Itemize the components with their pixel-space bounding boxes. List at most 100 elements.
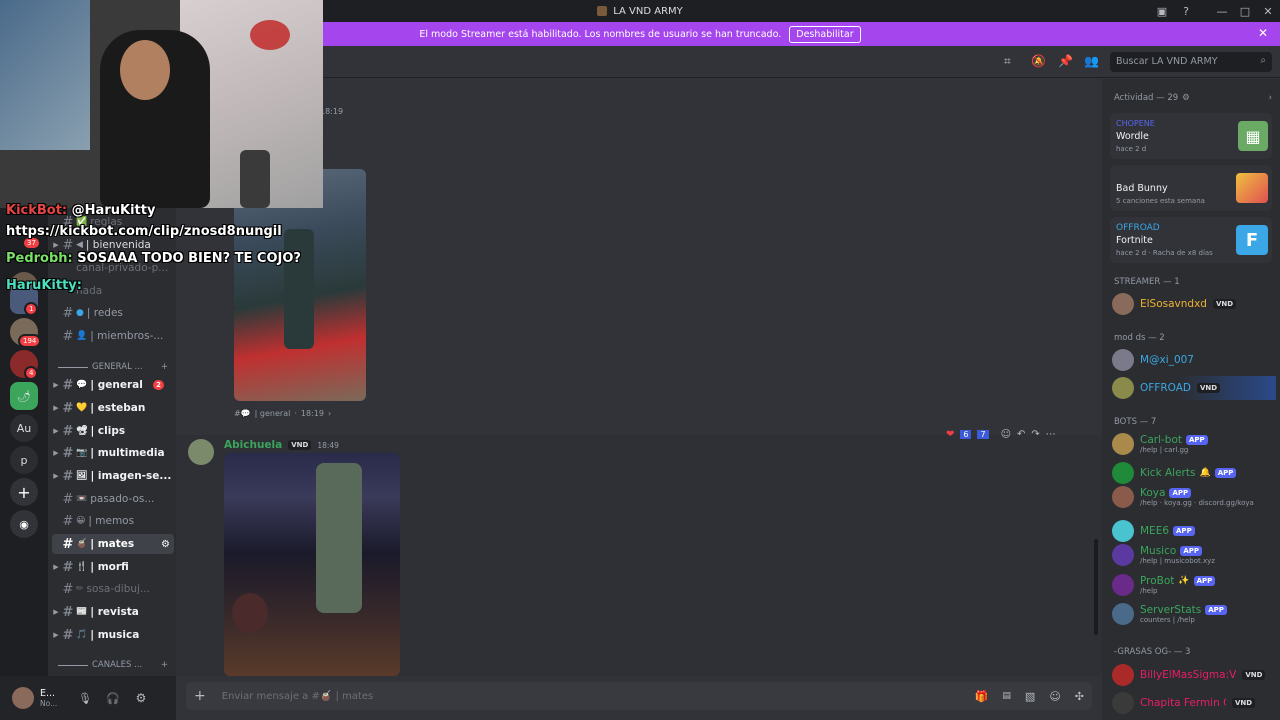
channel-imagen[interactable]: ▶ # 🖼 | imagen-se... xyxy=(52,466,174,486)
emoji-icon[interactable]: ☺ xyxy=(1049,690,1060,703)
avatar xyxy=(1112,377,1134,399)
minimize-button[interactable]: — xyxy=(1210,0,1234,22)
activity-header[interactable]: Actividad — 29 ⚙ › xyxy=(1114,93,1272,103)
channel-multimedia[interactable]: ▶ # 📷 | multimedia xyxy=(52,443,174,463)
member-item[interactable]: Chapita Fermin C... VND xyxy=(1112,691,1276,715)
reaction-count[interactable]: 7 xyxy=(977,430,989,439)
member-item[interactable]: ServerStats APP counters | /help xyxy=(1112,602,1276,626)
apps-icon[interactable]: ✣ xyxy=(1075,690,1084,703)
category-general[interactable]: GENERAL ... + xyxy=(58,362,168,372)
add-reaction-icon[interactable]: ☺ xyxy=(1001,429,1011,440)
add-attachment-icon[interactable]: + xyxy=(194,688,206,704)
disable-streamer-mode-button[interactable]: Deshabilitar xyxy=(789,25,861,43)
message-composer[interactable]: + Enviar mensaje a #🧉 | mates 🎁 ▤ ▧ ☺ ✣ xyxy=(186,682,1092,710)
search-input[interactable]: Buscar LA VND ARMY ⌕ xyxy=(1110,52,1272,72)
inbox-icon[interactable]: ▣ xyxy=(1150,0,1174,22)
channel-mates[interactable]: # 🧉 | mates ⚙ xyxy=(52,534,174,554)
section-header: STREAMER — 1 xyxy=(1114,277,1180,287)
smile-icon: 😀 xyxy=(76,516,86,526)
channel-sosa-dibuj[interactable]: # ✏ sosa-dibuj... xyxy=(52,579,174,599)
category-canales[interactable]: CANALES ... + xyxy=(58,660,168,670)
message-input[interactable]: Enviar mensaje a #🧉 | mates xyxy=(222,691,373,702)
member-item[interactable]: MEE6 APP xyxy=(1112,519,1276,543)
channel-general[interactable]: ▶ # 💬 | general 2 xyxy=(52,375,174,395)
server-p[interactable]: p xyxy=(10,446,38,474)
gif-icon[interactable]: ▤ xyxy=(1002,691,1011,701)
bell-icon: 🔔 xyxy=(1199,468,1211,478)
members-icon[interactable]: 👥 xyxy=(1084,54,1099,68)
more-icon[interactable]: ⋯ xyxy=(1046,429,1056,440)
scrollbar[interactable] xyxy=(1094,539,1098,635)
member-item[interactable]: M@xi_007 xyxy=(1112,348,1276,372)
message-hovered[interactable]: Abichuela VND 18:49 ❤ 6 7 ☺ ↶ ↷ ⋯ xyxy=(176,429,1102,676)
chevron-right-icon: › xyxy=(1268,93,1272,103)
member-item[interactable]: Koya APP/help · koya.gg · discord.gg/koya xyxy=(1112,485,1276,509)
microphone-icon[interactable]: 🎙 xyxy=(78,692,92,705)
channel-redes[interactable]: # ● | redes xyxy=(52,303,174,323)
forward-icon[interactable]: ↷ xyxy=(1031,429,1039,440)
maximize-button[interactable]: □ xyxy=(1233,0,1257,22)
reactions-toolbar: ❤ 6 7 ☺ ↶ ↷ ⋯ xyxy=(946,429,1056,440)
member-item[interactable]: ProBot ✨ APP/help xyxy=(1112,573,1276,597)
user-info[interactable]: E... No... xyxy=(40,688,68,708)
threads-icon[interactable]: ⌗ xyxy=(1004,54,1011,69)
channel-revista[interactable]: ▶ # 📰 | revista xyxy=(52,602,174,622)
user-panel: E... No... 🎙 🎧 ⚙ xyxy=(0,676,176,720)
mute-bell-icon[interactable]: 🔕 xyxy=(1031,54,1046,68)
activity-card[interactable]: OFFROAD Fortnite hace 2 d · Racha de x8 … xyxy=(1110,217,1272,263)
reply-reference[interactable]: #💬 | general · 18:19 › xyxy=(234,409,331,418)
sticker-icon[interactable]: ▧ xyxy=(1025,690,1035,703)
server-au[interactable]: Au xyxy=(10,414,38,442)
avatar[interactable] xyxy=(12,687,34,709)
member-list: Actividad — 29 ⚙ › CHOPENE Wordle hace 2 d… xyxy=(1102,79,1280,720)
heart-reaction-icon[interactable]: ❤ xyxy=(946,429,954,440)
add-channel-icon[interactable]: + xyxy=(161,660,168,670)
webcam-overlay xyxy=(0,0,323,208)
section-header: -GRASAS OG- — 3 xyxy=(1114,647,1191,657)
user-name: E... xyxy=(40,688,56,699)
member-item[interactable]: BillyElMasSigma:V VND xyxy=(1112,663,1276,687)
fortnite-icon: F xyxy=(1236,225,1268,255)
member-item[interactable]: Carl-bot APP/help | carl.gg xyxy=(1112,432,1276,456)
reaction-count[interactable]: 6 xyxy=(960,430,972,439)
channel-memos[interactable]: # 😀 | memos xyxy=(52,511,174,531)
avatar xyxy=(1112,349,1134,371)
member-item[interactable]: Musico APP/help | musicobot.xyz xyxy=(1112,543,1276,567)
activity-detail: 5 canciones esta semana xyxy=(1116,197,1205,205)
channel-miembros[interactable]: # 👤 | miembros-... xyxy=(52,326,174,346)
channel-morfi[interactable]: ▶ # 🍴 | morfi xyxy=(52,557,174,577)
member-item[interactable]: OFFROAD VND xyxy=(1112,376,1276,400)
message-author[interactable]: Abichuela xyxy=(224,439,282,451)
avatar xyxy=(1112,692,1134,714)
pin-icon[interactable]: 📌 xyxy=(1058,54,1073,68)
discover-icon[interactable]: ◉ xyxy=(10,510,38,538)
settings-icon[interactable]: ⚙ xyxy=(161,539,170,550)
headphones-icon[interactable]: 🎧 xyxy=(106,692,120,705)
close-banner-icon[interactable]: ✕ xyxy=(1258,26,1268,40)
activity-card[interactable]: CHOPENE Wordle hace 2 d ▦ xyxy=(1110,113,1272,159)
window-title-text: LA VND ARMY xyxy=(613,5,683,17)
add-channel-icon[interactable]: + xyxy=(161,362,168,372)
section-header: mod ds — 2 xyxy=(1114,333,1165,343)
channel-pasado[interactable]: # 📼 pasado-os... xyxy=(52,489,174,509)
unread-badge: 2 xyxy=(153,380,164,390)
member-item[interactable]: Kick Alerts 🔔 APP xyxy=(1112,461,1276,485)
avatar[interactable] xyxy=(188,439,214,465)
help-icon[interactable]: ? xyxy=(1174,0,1198,22)
server-icon-5[interactable]: 🌶 xyxy=(10,382,38,410)
member-item[interactable]: ElSosavndxd VND xyxy=(1112,292,1276,316)
user-icon: 👤 xyxy=(76,331,88,341)
gift-icon[interactable]: 🎁 xyxy=(975,690,989,703)
message-image[interactable] xyxy=(224,453,400,676)
user-settings-icon[interactable]: ⚙ xyxy=(136,691,147,705)
activity-card[interactable]: Bad Bunny 5 canciones esta semana xyxy=(1110,165,1272,211)
server-badge: 4 xyxy=(24,366,39,380)
close-window-button[interactable]: ✕ xyxy=(1256,0,1280,22)
channel-musica[interactable]: ▶ # 🎵 | musica xyxy=(52,625,174,645)
channel-esteban[interactable]: ▶ # 💛 | esteban xyxy=(52,398,174,418)
channel-clips[interactable]: ▶ # 📽 | clips xyxy=(52,421,174,441)
role-tag: VND xyxy=(288,440,312,450)
reply-icon[interactable]: ↶ xyxy=(1017,429,1025,440)
mate-cup-shape xyxy=(232,593,268,633)
add-server-icon[interactable]: + xyxy=(10,478,38,506)
